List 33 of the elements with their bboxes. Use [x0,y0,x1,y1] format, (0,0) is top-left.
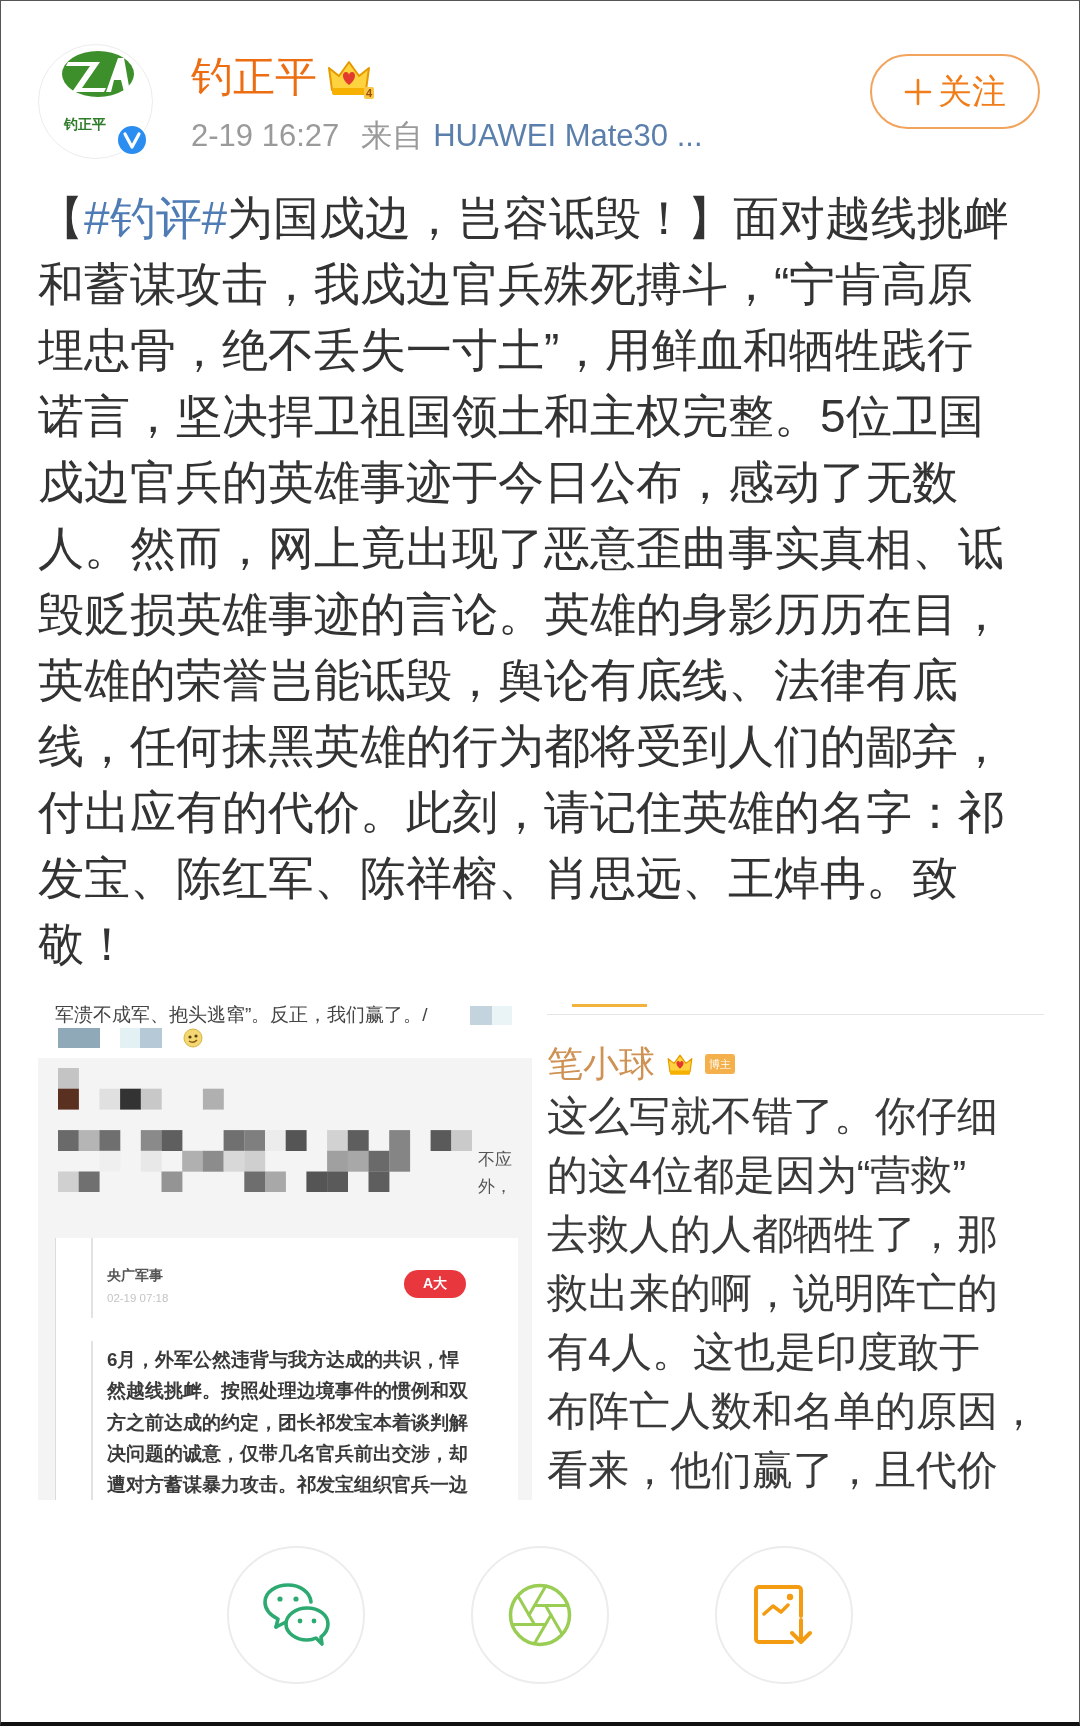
comment-text-line: 的这4位都是因为“营救” [547,1151,968,1200]
level-badge: 4 [363,87,374,99]
follow-button[interactable]: 关注 [870,54,1040,129]
comment-text-line: 布阵亡人数和名单的原因， [547,1387,1040,1436]
article-time: 02-19 07:18 [107,1291,169,1306]
logo-text: 钓正平 [64,116,106,132]
chat-bubbles-icon [262,1583,330,1647]
source-link[interactable]: HUAWEI Mate30 ... [433,118,703,154]
comment-text-line: 救出来的啊，说明阵亡的 [547,1269,999,1318]
screenshot-text: 不应 [478,1149,512,1171]
aperture-icon [508,1583,572,1647]
comment-text-line: 这么写就不错了。你仔细 [547,1092,999,1141]
mosaic-drawing [470,1005,512,1025]
author-name[interactable]: 钓正平 [191,52,317,102]
source-label: 来自 [361,118,424,154]
comment-text-line: 看来，他们赢了，且代价 [547,1446,999,1495]
hashtag-link[interactable]: #钓评# [84,192,228,244]
emoji-icon [183,1028,203,1048]
comment-text-line: 去救人的人都牺牲了，那 [547,1210,999,1259]
article-source: 央广军事 [107,1266,164,1284]
post-text: 【#钓评#为国戍边，岂容诋毁！】面对越线挑衅和蓄谋攻击，我戍边官兵殊死搏斗，“宁肯高原埋忠骨，绝不丢失一寸土”，用鲜血和牺牲践行诺言，坚决捍卫祖国领土和主权完整。5位卫国戍边官兵的英雄事迹于今日公布，感动了无数人。然而，网上竟出现了恶意歪曲事实真相、诋毁贬损英雄事迹的言论。英雄的身影历历在目，英雄的荣誉岂能诋毁，舆论有底线、法律有底线，任何抹黑英雄的行为都将受到人们的鄙弃，付出应有的代价。此刻，请记住英雄的名字：祁发宝、陈红军、陈祥榕、肖思远、王焯冉。致敬！ [38,191,1011,972]
crown-icon [667,1052,693,1076]
logo-icon [60,50,136,98]
post-time: 2-19 16:27 [191,118,340,154]
comment-text-line: 有4人。这也是印度敢于 [547,1328,981,1377]
font-size-tag: A大 [404,1270,466,1298]
user-tag: 博主 [705,1054,735,1074]
screenshot-text: 军溃不成军、抱头逃窜”。反正，我们赢了。/ [55,1005,428,1025]
article-text: 6月，外军公然违背与我方达成的共识，悍然越线挑衅。按照处理边境事件的惯例和双方之前达成的约定，团长祁发宝本着谈判解决问题的诚意，仅带几名官兵前出交涉，却遭对方蓄谋暴力攻击。祁发宝组织官兵一边 [107,1348,469,1498]
screenshot-text: 外， [478,1176,512,1198]
plus-icon [904,77,932,106]
avatar[interactable]: 钓正平 [38,44,153,159]
commenter-name: 笔小球 [547,1046,655,1082]
